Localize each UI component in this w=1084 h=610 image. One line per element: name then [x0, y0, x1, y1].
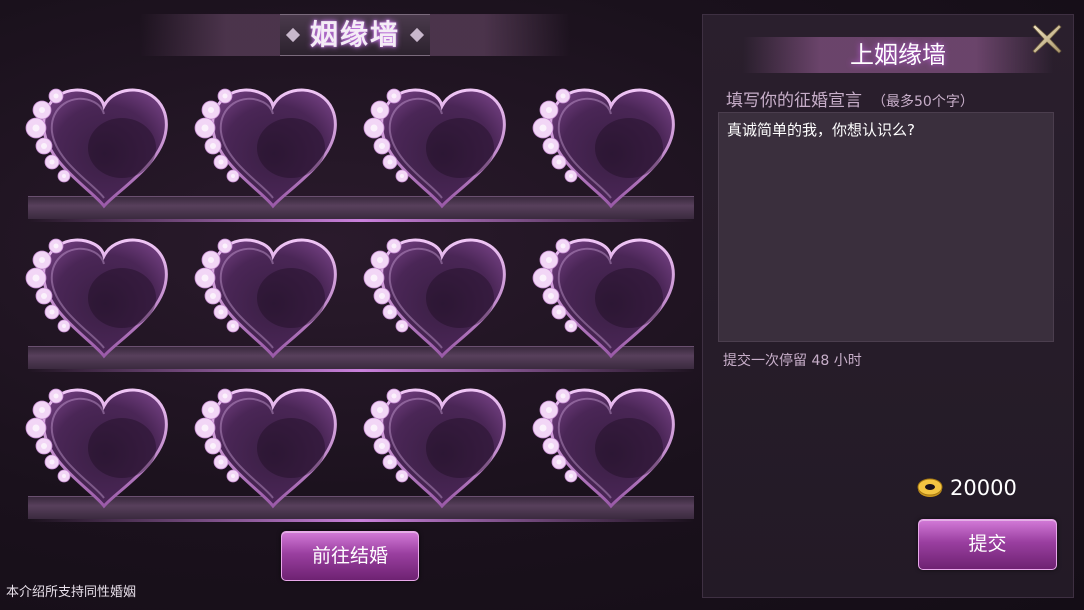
empty-heart-frame-icon — [25, 88, 168, 209]
wall-title-banner: 姻缘墙 — [140, 14, 570, 56]
heart-slot[interactable] — [360, 228, 525, 363]
heart-slot[interactable] — [360, 378, 525, 513]
stay-duration-note: 提交一次停留 48 小时 — [723, 353, 862, 369]
cost-display: 20000 — [916, 476, 1017, 500]
pledge-label-text: 填写你的征婚宣言 — [726, 91, 862, 111]
post-panel-title: 上姻缘墙 — [743, 37, 1053, 73]
wall-title-plate: 姻缘墙 — [279, 14, 430, 56]
heart-slot[interactable] — [191, 78, 356, 213]
gold-coin-icon — [916, 477, 944, 499]
close-x-icon[interactable] — [1030, 22, 1064, 56]
wall-row — [22, 78, 694, 228]
heart-slot[interactable] — [529, 78, 694, 213]
submit-button[interactable]: 提交 — [918, 519, 1057, 570]
empty-heart-frame-icon — [194, 238, 337, 359]
empty-heart-frame-icon — [532, 388, 675, 509]
footer-note: 本介绍所支持同性婚姻 — [6, 585, 137, 600]
pledge-input[interactable] — [718, 112, 1054, 342]
left-diamond-ornament-icon — [285, 27, 301, 43]
goto-marry-button[interactable]: 前往结婚 — [281, 531, 419, 581]
heart-slot[interactable] — [22, 228, 187, 363]
wall-row — [22, 228, 694, 378]
empty-heart-frame-icon — [25, 238, 168, 359]
wall-row — [22, 378, 694, 528]
heart-slot[interactable] — [529, 378, 694, 513]
empty-heart-frame-icon — [532, 238, 675, 359]
pledge-limit-text: （最多50个字） — [872, 94, 974, 110]
pledge-label: 填写你的征婚宣言 （最多50个字） — [726, 86, 974, 111]
wall-title: 姻缘墙 — [309, 18, 400, 51]
empty-heart-frame-icon — [363, 238, 506, 359]
empty-heart-frame-icon — [25, 388, 168, 509]
empty-heart-frame-icon — [194, 388, 337, 509]
empty-heart-frame-icon — [194, 88, 337, 209]
cost-amount: 20000 — [950, 476, 1017, 500]
right-diamond-ornament-icon — [409, 27, 425, 43]
heart-slot-grid — [22, 78, 694, 528]
heart-slot[interactable] — [22, 78, 187, 213]
empty-heart-frame-icon — [363, 388, 506, 509]
heart-slot[interactable] — [529, 228, 694, 363]
heart-slot[interactable] — [191, 378, 356, 513]
marriage-wall-panel: 姻缘墙 前往结婚 本介绍所支持同性婚姻 — [0, 0, 700, 610]
empty-heart-frame-icon — [532, 88, 675, 209]
heart-slot[interactable] — [360, 78, 525, 213]
empty-heart-frame-icon — [363, 88, 506, 209]
heart-slot[interactable] — [191, 228, 356, 363]
heart-slot[interactable] — [22, 378, 187, 513]
